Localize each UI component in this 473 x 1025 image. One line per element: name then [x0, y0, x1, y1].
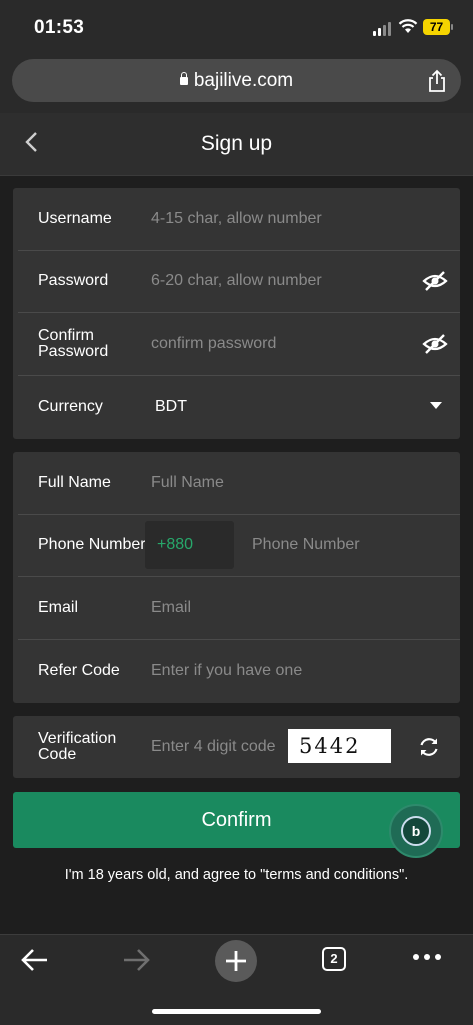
chevron-down-icon[interactable]	[430, 402, 442, 409]
home-indicator	[152, 1009, 321, 1014]
page-header: Sign up	[0, 113, 473, 176]
phone-row: Phone Number +880 Phone Number	[18, 514, 460, 577]
address-bar[interactable]: bajilive.com	[12, 59, 461, 102]
clock: 01:53	[34, 17, 85, 38]
url-text: bajilive.com	[193, 70, 294, 91]
confirm-password-row: Confirm Password confirm password	[18, 313, 460, 376]
email-row: Email Email	[18, 577, 460, 640]
refresh-icon[interactable]	[418, 736, 440, 758]
password-label: Password	[38, 272, 109, 289]
refer-code-input[interactable]: Enter if you have one	[151, 640, 411, 702]
password-row: Password 6-20 char, allow number	[18, 250, 460, 313]
wifi-icon	[398, 19, 418, 33]
cellular-signal-icon	[373, 22, 393, 36]
url-display[interactable]: bajilive.com	[12, 70, 461, 92]
currency-select[interactable]: BDT	[155, 376, 187, 438]
currency-row[interactable]: Currency BDT	[18, 376, 460, 438]
full-name-label: Full Name	[38, 474, 111, 491]
username-label: Username	[38, 210, 112, 227]
refer-code-label: Refer Code	[38, 662, 120, 679]
forward-arrow-icon[interactable]	[121, 947, 151, 973]
hide-password-eye-icon[interactable]	[422, 270, 448, 292]
refer-code-row: Refer Code Enter if you have one	[18, 640, 460, 702]
new-tab-button[interactable]	[215, 940, 257, 982]
browser-address-area: bajilive.com	[0, 56, 473, 113]
verification-card: Verification Code Enter 4 digit code 544…	[13, 716, 460, 778]
support-badge-letter: b	[401, 816, 431, 846]
email-input[interactable]: Email	[151, 577, 411, 639]
email-label: Email	[38, 599, 79, 616]
phone-label: Phone Number	[38, 536, 146, 553]
back-arrow-icon[interactable]	[20, 947, 50, 973]
full-name-row: Full Name Full Name	[18, 452, 460, 515]
plus-icon	[226, 951, 246, 971]
lock-icon	[179, 72, 188, 85]
phone-input[interactable]: Phone Number	[252, 514, 442, 576]
account-info-card: Username 4-15 char, allow number Passwor…	[13, 188, 460, 439]
password-input[interactable]: 6-20 char, allow number	[151, 250, 411, 312]
tabs-button[interactable]: 2	[322, 947, 346, 971]
personal-info-card: Full Name Full Name Phone Number +880 Ph…	[13, 452, 460, 703]
username-row: Username 4-15 char, allow number	[18, 188, 460, 251]
currency-label: Currency	[38, 398, 103, 415]
verification-label: Verification Code	[38, 730, 117, 763]
terms-text: I'm 18 years old, and agree to "terms an…	[64, 867, 409, 883]
captcha-image: 5442	[288, 729, 391, 763]
phone-country-code[interactable]: +880	[145, 521, 234, 569]
share-icon[interactable]	[427, 69, 447, 93]
username-input[interactable]: 4-15 char, allow number	[151, 188, 411, 250]
full-name-input[interactable]: Full Name	[151, 452, 411, 514]
battery-icon: 77	[423, 19, 453, 35]
hide-confirm-password-eye-icon[interactable]	[422, 333, 448, 355]
confirm-password-input[interactable]: confirm password	[151, 313, 411, 375]
page-title: Sign up	[200, 132, 273, 155]
verification-input[interactable]: Enter 4 digit code	[151, 716, 291, 778]
verification-row: Verification Code Enter 4 digit code 544…	[18, 716, 460, 778]
support-chat-icon[interactable]: b	[389, 804, 443, 858]
confirm-password-label: Confirm Password	[38, 327, 109, 360]
status-bar: 01:53 77	[0, 0, 473, 56]
more-options-icon[interactable]	[412, 953, 442, 961]
